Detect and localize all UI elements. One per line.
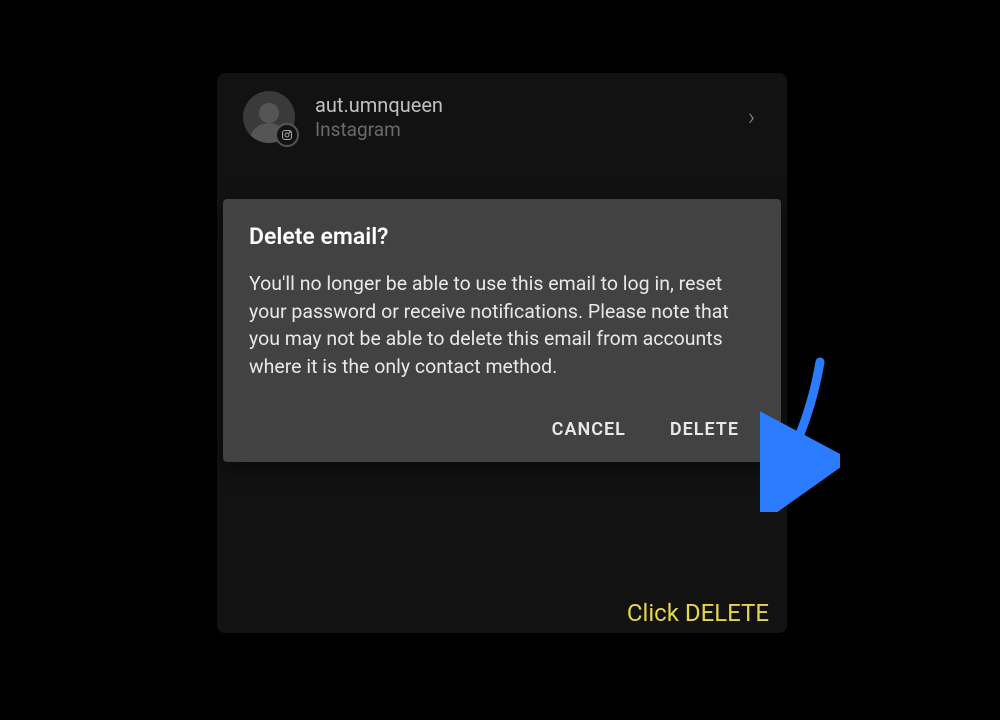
dialog-title: Delete email? — [249, 223, 755, 250]
confirm-dialog: Delete email? You'll no longer be able t… — [223, 199, 781, 462]
annotation-text: Click DELETE — [627, 599, 769, 627]
avatar — [243, 91, 295, 143]
chevron-right-icon: › — [748, 103, 755, 131]
dialog-body: You'll no longer be able to use this ema… — [249, 270, 755, 381]
delete-button[interactable]: DELETE — [660, 409, 749, 450]
dialog-actions: CANCEL DELETE — [249, 409, 755, 450]
account-row[interactable]: aut.umnqueen Instagram › — [217, 73, 787, 161]
phone-screen: aut.umnqueen Instagram › Delete email? Y… — [217, 73, 787, 633]
account-platform: Instagram — [315, 118, 748, 143]
cancel-button[interactable]: CANCEL — [542, 409, 636, 450]
account-username: aut.umnqueen — [315, 92, 748, 118]
instagram-icon — [275, 123, 299, 147]
